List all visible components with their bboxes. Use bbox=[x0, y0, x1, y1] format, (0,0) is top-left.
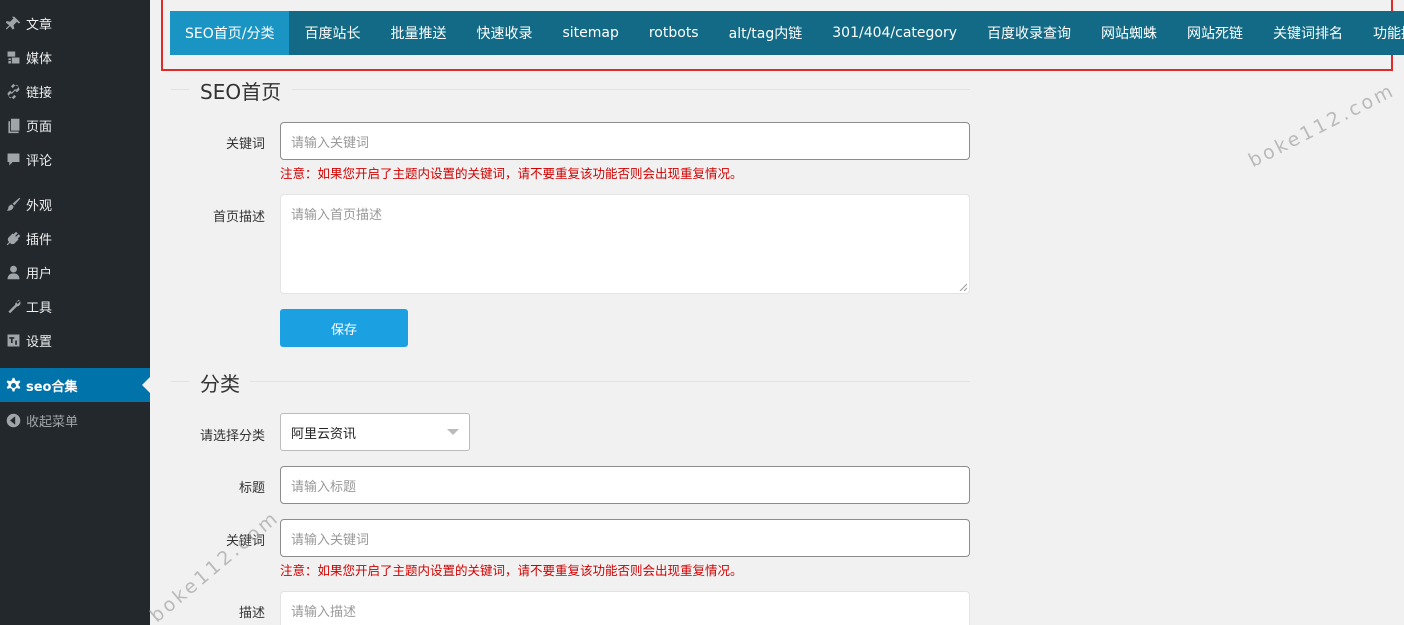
user-icon bbox=[0, 264, 26, 281]
tab-keyword-ranking[interactable]: 关键词排名 bbox=[1258, 11, 1358, 55]
section-divider bbox=[292, 89, 970, 90]
chevron-down-icon bbox=[447, 429, 459, 435]
tab-dead-links[interactable]: 网站死链 bbox=[1172, 11, 1258, 55]
sidebar-item-plugins[interactable]: 插件 bbox=[0, 221, 150, 255]
sidebar-item-label: 工具 bbox=[26, 300, 53, 316]
tab-seo-home[interactable]: SEO首页/分类 bbox=[170, 11, 290, 55]
sidebar-item-label: 收起菜单 bbox=[26, 414, 79, 430]
media-icon bbox=[0, 49, 26, 66]
tab-robots[interactable]: rotbots bbox=[634, 11, 714, 55]
section-divider bbox=[171, 381, 189, 382]
watermark-text: boke112.com bbox=[1245, 79, 1399, 172]
sidebar-item-links[interactable]: 链接 bbox=[0, 74, 150, 108]
gear-icon bbox=[0, 377, 26, 394]
cat-title-label: 标题 bbox=[238, 481, 265, 496]
cat-desc-textarea[interactable]: 请输入描述 bbox=[280, 591, 970, 625]
sidebar-item-media[interactable]: 媒体 bbox=[0, 40, 150, 74]
sidebar-item-seo[interactable]: seo合集 bbox=[0, 368, 150, 402]
tab-spiders[interactable]: 网站蜘蛛 bbox=[1086, 11, 1172, 55]
wrench-icon bbox=[0, 298, 26, 315]
section-divider bbox=[171, 89, 189, 90]
tab-alt-tag-links[interactable]: alt/tag内链 bbox=[714, 11, 818, 55]
collapse-icon bbox=[0, 412, 26, 429]
tab-batch-push[interactable]: 批量推送 bbox=[375, 11, 461, 55]
home-desc-label: 首页描述 bbox=[212, 210, 265, 225]
home-keyword-input[interactable]: 请输入关键词 bbox=[280, 122, 970, 160]
sidebar-item-settings[interactable]: 设置 bbox=[0, 323, 150, 357]
sidebar-item-comments[interactable]: 评论 bbox=[0, 142, 150, 176]
admin-sidebar: 文章 媒体 链接 页面 评论 外观 插件 用户 工具 设置 seo合集 收起菜单 bbox=[0, 0, 150, 625]
section-divider bbox=[250, 381, 970, 382]
link-icon bbox=[0, 83, 26, 100]
sidebar-item-label: 评论 bbox=[26, 153, 53, 169]
collapse-menu-button[interactable]: 收起菜单 bbox=[0, 403, 150, 437]
cat-desc-placeholder: 请输入描述 bbox=[291, 605, 357, 620]
resize-handle-icon[interactable] bbox=[959, 283, 967, 291]
seo-tab-bar: SEO首页/分类 百度站长 批量推送 快速收录 sitemap rotbots … bbox=[170, 11, 1404, 55]
home-desc-textarea[interactable]: 请输入首页描述 bbox=[280, 194, 970, 294]
select-category-label: 请选择分类 bbox=[199, 429, 265, 444]
sidebar-item-label: 页面 bbox=[26, 119, 53, 135]
seo-home-title: SEO首页 bbox=[200, 79, 282, 104]
home-desc-placeholder: 请输入首页描述 bbox=[291, 208, 383, 223]
comment-icon bbox=[0, 151, 26, 168]
tab-license[interactable]: 功能授权 bbox=[1358, 11, 1404, 55]
tab-baidu-index-query[interactable]: 百度收录查询 bbox=[972, 11, 1086, 55]
sidebar-item-label: 用户 bbox=[26, 266, 53, 282]
sidebar-item-label: 链接 bbox=[26, 85, 53, 101]
sidebar-item-label: 文章 bbox=[26, 17, 53, 33]
pin-icon bbox=[0, 15, 26, 32]
category-select-value: 阿里云资讯 bbox=[291, 426, 357, 442]
brush-icon bbox=[0, 196, 26, 213]
page-icon bbox=[0, 117, 26, 134]
sidebar-item-posts[interactable]: 文章 bbox=[0, 6, 150, 40]
sidebar-item-label: seo合集 bbox=[26, 379, 78, 395]
tab-sitemap[interactable]: sitemap bbox=[547, 11, 633, 55]
sidebar-item-users[interactable]: 用户 bbox=[0, 255, 150, 289]
settings-icon bbox=[0, 332, 26, 349]
sidebar-item-label: 设置 bbox=[26, 334, 53, 350]
sidebar-item-pages[interactable]: 页面 bbox=[0, 108, 150, 142]
sidebar-item-label: 插件 bbox=[26, 232, 53, 248]
sidebar-item-label: 媒体 bbox=[26, 51, 53, 67]
tab-fast-index[interactable]: 快速收录 bbox=[461, 11, 547, 55]
cat-keyword-warning-note: 注意：如果您开启了主题内设置的关键词，请不要重复该功能否则会出现重复情况。 bbox=[280, 563, 743, 578]
keyword-label: 关键词 bbox=[225, 137, 265, 152]
category-title: 分类 bbox=[200, 371, 240, 396]
sidebar-item-appearance[interactable]: 外观 bbox=[0, 187, 150, 221]
cat-keyword-input[interactable]: 请输入关键词 bbox=[280, 519, 970, 557]
keyword-warning-note: 注意：如果您开启了主题内设置的关键词，请不要重复该功能否则会出现重复情况。 bbox=[280, 166, 743, 181]
category-select[interactable]: 阿里云资讯 bbox=[280, 413, 470, 451]
plugin-icon bbox=[0, 230, 26, 247]
cat-title-input[interactable]: 请输入标题 bbox=[280, 466, 970, 504]
sidebar-item-tools[interactable]: 工具 bbox=[0, 289, 150, 323]
tab-301-404-category[interactable]: 301/404/category bbox=[817, 11, 972, 55]
tab-baidu-webmaster[interactable]: 百度站长 bbox=[289, 11, 375, 55]
sidebar-item-label: 外观 bbox=[26, 198, 53, 214]
save-button[interactable]: 保存 bbox=[280, 309, 408, 347]
